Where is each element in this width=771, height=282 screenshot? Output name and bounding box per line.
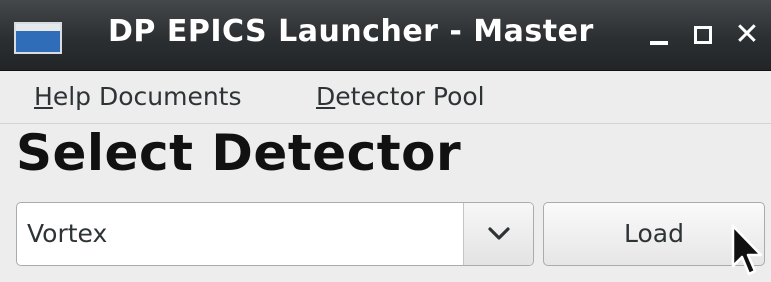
chevron-down-icon [488,227,510,240]
menu-help-documents[interactable]: Help Documents [34,82,242,111]
title-bar[interactable]: DP EPICS Launcher - Master ✕ [0,0,771,71]
menu-help-label: elp Documents [52,82,242,111]
menu-pool-mnemonic: D [316,82,336,111]
menu-bar: Help Documents Detector Pool [0,71,771,124]
close-icon: ✕ [734,17,760,52]
page-title: Select Detector [16,124,462,182]
detector-select-toggle[interactable] [463,203,533,265]
detector-select[interactable]: Vortex [16,202,534,266]
menu-detector-pool[interactable]: Detector Pool [316,82,485,111]
detector-select-value: Vortex [27,219,108,248]
maximize-button[interactable] [687,18,721,52]
minimize-icon [650,41,668,45]
menu-help-mnemonic: H [34,82,53,111]
maximize-icon [694,26,712,44]
launcher-window: DP EPICS Launcher - Master ✕ Help Docume… [0,0,771,282]
window-title: DP EPICS Launcher - Master [108,14,594,49]
minimize-button[interactable] [643,18,677,52]
app-window-icon[interactable] [14,22,62,54]
close-button[interactable]: ✕ [730,18,764,52]
mouse-pointer-icon [731,224,763,276]
menu-pool-label: etector Pool [335,82,485,111]
